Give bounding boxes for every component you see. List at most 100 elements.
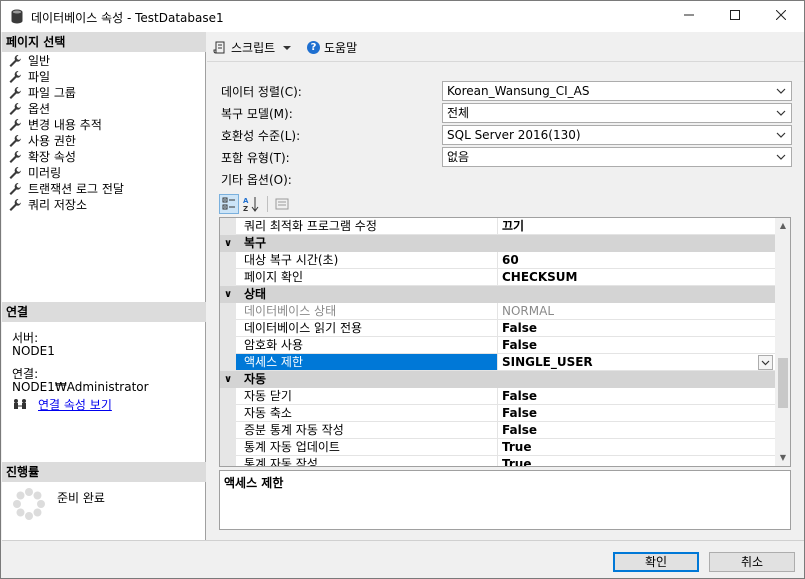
- property-grid-rows: 쿼리 최적화 프로그램 수정 끄기 ∨ 복구 대상 복구 시간(초) 60 페이지 확인 CH…: [220, 218, 775, 466]
- page-item-label: 사용 권한: [28, 134, 76, 148]
- scroll-down-icon[interactable]: ▼: [775, 450, 790, 466]
- spinner-dot: [33, 491, 42, 500]
- toolbar: 스크립트 ? 도움말: [207, 32, 804, 62]
- property-value[interactable]: False: [498, 405, 775, 422]
- property-row[interactable]: 증분 통계 자동 작성 False: [220, 422, 775, 439]
- compat-value: SQL Server 2016(130): [447, 128, 581, 142]
- property-row[interactable]: 데이터베이스 상태 NORMAL: [220, 303, 775, 320]
- containment-combo[interactable]: 없음: [442, 147, 792, 167]
- chevron-down-icon[interactable]: ∨: [224, 286, 232, 303]
- page-item[interactable]: 확장 속성: [8, 149, 124, 165]
- right-pane: 스크립트 ? 도움말 데이터 정렬(C): Korean_Wansung_CI_…: [207, 32, 804, 540]
- alphabetical-button[interactable]: A Z: [241, 194, 261, 214]
- containment-row: 포함 유형(T):: [221, 147, 441, 167]
- script-icon: [213, 41, 225, 53]
- spinner-dot: [33, 508, 42, 517]
- chevron-down-icon: [761, 360, 770, 366]
- recovery-model-combo[interactable]: 전체: [442, 103, 792, 123]
- property-name: 증분 통계 자동 작성: [236, 422, 498, 439]
- cancel-button[interactable]: 취소: [709, 552, 795, 572]
- page-item[interactable]: 옵션: [8, 101, 124, 117]
- scroll-up-icon[interactable]: ▲: [775, 218, 790, 234]
- property-row[interactable]: 통계 자동 업데이트 True: [220, 439, 775, 456]
- page-item-label: 옵션: [28, 102, 51, 116]
- property-value-text: False: [502, 406, 537, 420]
- property-name: 대상 복구 시간(초): [236, 252, 498, 269]
- maximize-button[interactable]: [712, 1, 758, 32]
- property-value[interactable]: True: [498, 439, 775, 456]
- property-grid-scrollbar[interactable]: ▲ ▼: [775, 218, 790, 466]
- property-category[interactable]: ∨ 자동: [220, 371, 775, 388]
- wrench-icon: [9, 55, 21, 67]
- wrench-icon: [9, 71, 21, 83]
- maximize-icon: [730, 10, 740, 20]
- recovery-row: 복구 모델(M):: [221, 103, 441, 123]
- property-description: 액세스 제한: [219, 470, 791, 530]
- property-row[interactable]: 페이지 확인 CHECKSUM: [220, 269, 775, 286]
- view-connection-properties-link[interactable]: 연결 속성 보기: [38, 396, 112, 413]
- row-gutter: [220, 320, 236, 337]
- page-item[interactable]: 사용 권한: [8, 133, 124, 149]
- row-gutter: [220, 252, 236, 269]
- script-button[interactable]: 스크립트: [213, 39, 292, 56]
- property-value[interactable]: True: [498, 456, 775, 466]
- property-name: 통계 자동 업데이트: [236, 439, 498, 456]
- property-value[interactable]: False: [498, 337, 775, 354]
- property-row[interactable]: 통계 자동 작성 True: [220, 456, 775, 466]
- minimize-button[interactable]: [666, 1, 712, 32]
- page-item[interactable]: 일반: [8, 53, 124, 69]
- property-category[interactable]: ∨ 상태: [220, 286, 775, 303]
- property-value[interactable]: False: [498, 388, 775, 405]
- collation-label: 데이터 정렬(C):: [221, 84, 302, 99]
- connection-header: 연결: [2, 302, 206, 322]
- property-row[interactable]: 자동 축소 False: [220, 405, 775, 422]
- wrench-icon: [9, 103, 21, 115]
- property-value[interactable]: NORMAL: [498, 303, 775, 320]
- row-gutter: [220, 388, 236, 405]
- property-category[interactable]: ∨ 복구: [220, 235, 775, 252]
- connection-info: 서버: NODE1 연결: NODE1₩Administrator: [12, 332, 149, 394]
- property-row[interactable]: 자동 닫기 False: [220, 388, 775, 405]
- categorized-button[interactable]: [219, 194, 239, 214]
- page-item[interactable]: 파일 그룹: [8, 85, 124, 101]
- close-button[interactable]: [758, 1, 804, 32]
- scroll-thumb[interactable]: [778, 358, 788, 408]
- page-item[interactable]: 쿼리 저장소: [8, 197, 124, 213]
- property-value[interactable]: 끄기: [498, 218, 775, 235]
- property-row[interactable]: 쿼리 최적화 프로그램 수정 끄기: [220, 218, 775, 235]
- ok-button[interactable]: 확인: [613, 552, 699, 572]
- property-row[interactable]: 데이터베이스 읽기 전용 False: [220, 320, 775, 337]
- page-item[interactable]: 파일: [8, 69, 124, 85]
- property-value-text: SINGLE_USER: [502, 355, 593, 369]
- property-value-text: CHECKSUM: [502, 270, 578, 284]
- page-item[interactable]: 변경 내용 추적: [8, 117, 124, 133]
- property-value[interactable]: CHECKSUM: [498, 269, 775, 286]
- chevron-down-icon[interactable]: ∨: [224, 235, 232, 252]
- property-value[interactable]: SINGLE_USER: [498, 354, 775, 371]
- property-row[interactable]: 액세스 제한 SINGLE_USER: [220, 354, 775, 371]
- progress-spinner-icon: [13, 488, 45, 520]
- connection-properties-icon: [14, 398, 26, 409]
- page-item[interactable]: 미러링: [8, 165, 124, 181]
- category-name: 자동: [244, 372, 267, 386]
- property-value[interactable]: 60: [498, 252, 775, 269]
- spinner-dot: [25, 488, 33, 496]
- property-value[interactable]: False: [498, 320, 775, 337]
- other-options-label: 기타 옵션(O):: [221, 172, 292, 187]
- page-item[interactable]: 트랜잭션 로그 전달: [8, 181, 124, 197]
- sort-alphabetical-icon: A Z: [243, 197, 259, 212]
- property-pages-button[interactable]: [272, 194, 292, 214]
- property-row[interactable]: 대상 복구 시간(초) 60: [220, 252, 775, 269]
- property-row[interactable]: 암호화 사용 False: [220, 337, 775, 354]
- chevron-down-icon[interactable]: ∨: [224, 371, 232, 388]
- compatibility-combo[interactable]: SQL Server 2016(130): [442, 125, 792, 145]
- property-name: 데이터베이스 상태: [236, 303, 498, 320]
- property-name: 페이지 확인: [236, 269, 498, 286]
- property-dropdown-button[interactable]: [758, 355, 773, 370]
- property-name: 쿼리 최적화 프로그램 수정: [236, 218, 498, 235]
- property-value[interactable]: False: [498, 422, 775, 439]
- collation-combo[interactable]: Korean_Wansung_CI_AS: [442, 81, 792, 101]
- help-button[interactable]: ? 도움말: [307, 39, 357, 56]
- chevron-down-icon: [776, 88, 786, 94]
- property-grid: 쿼리 최적화 프로그램 수정 끄기 ∨ 복구 대상 복구 시간(초) 60 페이지 확인 CH…: [219, 217, 791, 467]
